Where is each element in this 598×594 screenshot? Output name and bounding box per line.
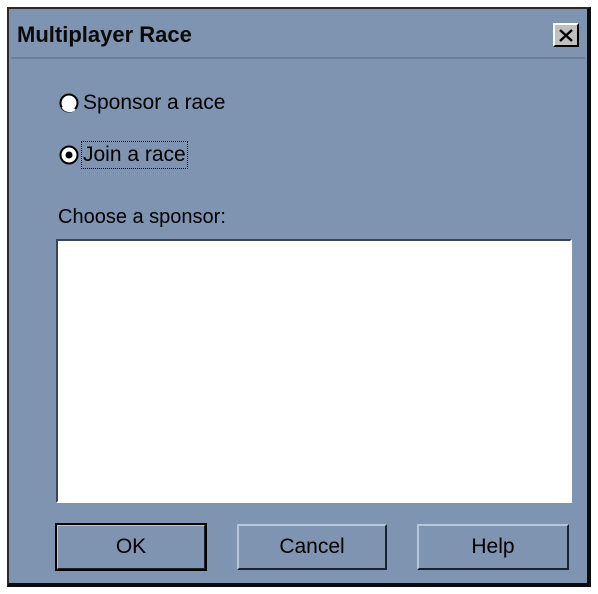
choose-sponsor-label: Choose a sponsor: xyxy=(58,206,226,228)
help-button[interactable]: Help xyxy=(417,524,569,570)
cancel-button[interactable]: Cancel xyxy=(237,524,387,570)
join-race-label: Join a race xyxy=(81,141,188,169)
help-button-label: Help xyxy=(471,535,515,558)
ok-button[interactable]: OK xyxy=(55,523,207,571)
sponsor-race-radio[interactable] xyxy=(59,93,79,113)
sponsor-listbox[interactable] xyxy=(56,239,572,503)
sponsor-race-label: Sponsor a race xyxy=(83,91,226,114)
join-race-option[interactable]: Join a race xyxy=(59,141,188,169)
title-bar[interactable]: Multiplayer Race xyxy=(11,11,585,59)
close-button[interactable] xyxy=(553,23,579,47)
ok-button-label: OK xyxy=(115,535,147,558)
join-race-radio[interactable] xyxy=(59,145,79,165)
multiplayer-race-dialog: Multiplayer Race Sponsor a race Join a r… xyxy=(7,7,591,587)
close-icon xyxy=(559,28,573,42)
sponsor-race-option[interactable]: Sponsor a race xyxy=(59,91,225,115)
cancel-button-label: Cancel xyxy=(279,535,345,558)
dialog-title: Multiplayer Race xyxy=(17,22,192,47)
